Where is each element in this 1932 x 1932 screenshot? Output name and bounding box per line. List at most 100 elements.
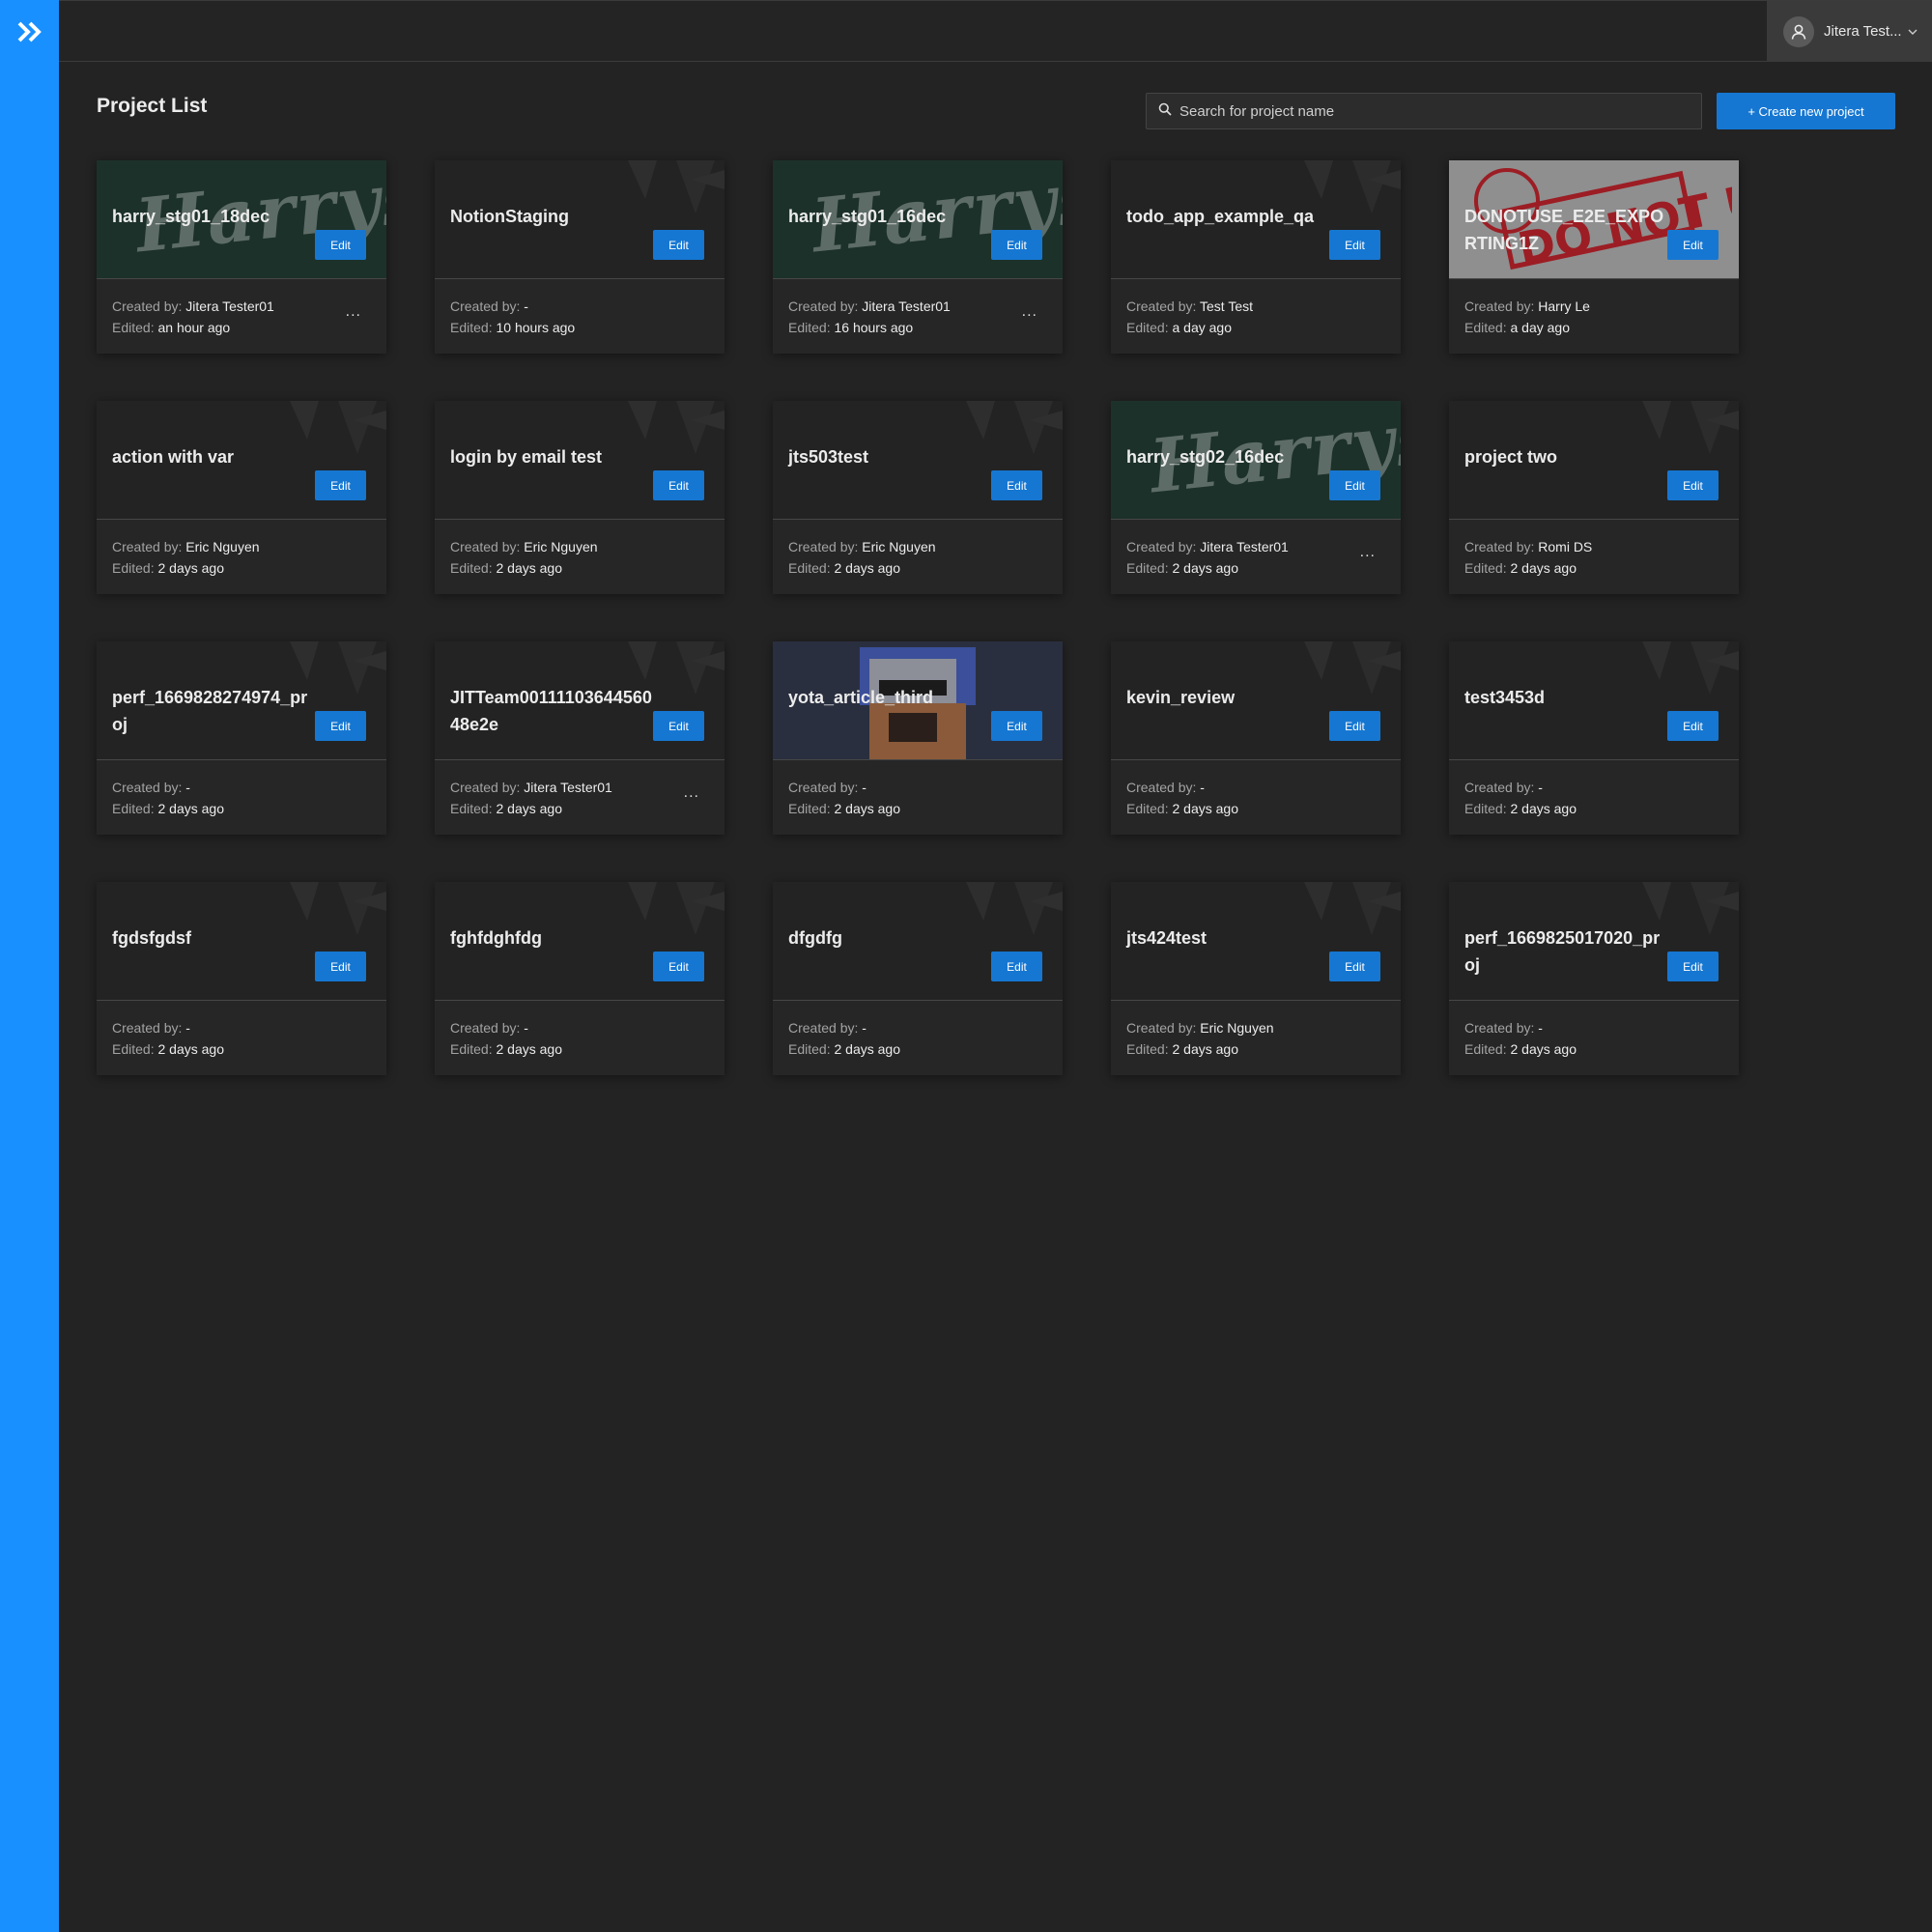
project-card[interactable]: project two Edit Created by: Romi DS Edited…	[1449, 401, 1739, 594]
project-card[interactable]: fgdsfgdsf Edit Created by: - Edited: 2 days…	[97, 882, 386, 1075]
created-by-value: -	[862, 780, 867, 795]
project-card[interactable]: Harrys harry_stg02_16dec Edit Created by: J…	[1111, 401, 1401, 594]
project-name: fghfdghfdg	[450, 928, 542, 948]
edit-button[interactable]: Edit	[991, 952, 1042, 981]
edit-button[interactable]: Edit	[1329, 230, 1380, 260]
created-by-value: -	[185, 1020, 190, 1036]
edit-button[interactable]: Edit	[653, 470, 704, 500]
project-meta: Created by: - Edited: 2 days ago	[1464, 1017, 1577, 1060]
page-title: Project List	[97, 95, 208, 117]
project-thumbnail: Harrys harry_stg01_16dec Edit	[773, 160, 1063, 279]
project-thumbnail: Harrys harry_stg02_16dec Edit	[1111, 401, 1401, 520]
created-by-label: Created by:	[1464, 539, 1535, 554]
edited-label: Edited:	[450, 560, 493, 576]
user-menu[interactable]: Jitera Test...	[1767, 1, 1932, 62]
more-options-icon[interactable]: ...	[1022, 303, 1037, 321]
project-card[interactable]: kevin_review Edit Created by: - Edited: 2 d…	[1111, 641, 1401, 835]
edited-value: a day ago	[1172, 320, 1232, 335]
project-thumbnail: jts424test Edit	[1111, 882, 1401, 1001]
project-meta: Created by: - Edited: 10 hours ago	[450, 296, 575, 338]
edited-label: Edited:	[1126, 320, 1169, 335]
edited-label: Edited:	[450, 320, 493, 335]
edit-button[interactable]: Edit	[1329, 711, 1380, 741]
double-chevron-right-icon[interactable]	[16, 18, 43, 45]
project-card[interactable]: perf_1669828274974_proj Edit Created by: -…	[97, 641, 386, 835]
edit-button[interactable]: Edit	[315, 952, 366, 981]
project-thumbnail: kevin_review Edit	[1111, 641, 1401, 760]
project-card[interactable]: Harrys harry_stg01_18dec Edit Created by: J…	[97, 160, 386, 354]
sidebar	[0, 0, 59, 1932]
created-by-label: Created by:	[1126, 298, 1197, 314]
project-thumbnail: dfgdfg Edit	[773, 882, 1063, 1001]
edit-button[interactable]: Edit	[1667, 470, 1719, 500]
created-by-label: Created by:	[450, 298, 521, 314]
project-card[interactable]: todo_app_example_qa Edit Created by: Test …	[1111, 160, 1401, 354]
edited-label: Edited:	[450, 801, 493, 816]
edit-button[interactable]: Edit	[1667, 230, 1719, 260]
edited-label: Edited:	[788, 320, 831, 335]
create-project-button[interactable]: + Create new project	[1717, 93, 1895, 129]
project-card[interactable]: dfgdfg Edit Created by: - Edited: 2 days ag…	[773, 882, 1063, 1075]
project-card[interactable]: JITTeam0011110364456048e2e Edit Created by…	[435, 641, 724, 835]
project-thumbnail: perf_1669825017020_proj Edit	[1449, 882, 1739, 1001]
project-meta: Created by: Eric Nguyen Edited: 2 days ag…	[788, 536, 936, 579]
edited-label: Edited:	[1126, 801, 1169, 816]
edited-label: Edited:	[788, 801, 831, 816]
edited-value: 2 days ago	[1172, 1041, 1238, 1057]
more-options-icon[interactable]: ...	[1360, 544, 1376, 561]
edit-button[interactable]: Edit	[315, 230, 366, 260]
project-name: project two	[1464, 447, 1558, 467]
edit-button[interactable]: Edit	[991, 711, 1042, 741]
project-card[interactable]: login by email test Edit Created by: Eric …	[435, 401, 724, 594]
created-by-label: Created by:	[788, 1020, 859, 1036]
edited-value: 2 days ago	[1510, 560, 1577, 576]
edit-button[interactable]: Edit	[315, 470, 366, 500]
project-thumbnail: NotionStaging Edit	[435, 160, 724, 279]
edited-value: 16 hours ago	[834, 320, 914, 335]
created-by-label: Created by:	[788, 298, 859, 314]
project-name: harry_stg01_16dec	[788, 207, 947, 226]
created-by-label: Created by:	[1464, 1020, 1535, 1036]
created-by-label: Created by:	[112, 1020, 183, 1036]
project-card[interactable]: Harrys harry_stg01_16dec Edit Created by: J…	[773, 160, 1063, 354]
edited-value: 2 days ago	[834, 1041, 900, 1057]
edited-label: Edited:	[112, 1041, 155, 1057]
project-card[interactable]: fghfdghfdg Edit Created by: - Edited: 2 day…	[435, 882, 724, 1075]
created-by-value: Eric Nguyen	[862, 539, 936, 554]
more-options-icon[interactable]: ...	[346, 303, 361, 321]
project-card[interactable]: action with var Edit Created by: Eric Nguy…	[97, 401, 386, 594]
project-meta: Created by: - Edited: 2 days ago	[1126, 777, 1238, 819]
edit-button[interactable]: Edit	[1667, 711, 1719, 741]
edited-value: a day ago	[1510, 320, 1570, 335]
edited-value: 2 days ago	[496, 560, 562, 576]
edited-label: Edited:	[1126, 560, 1169, 576]
edit-button[interactable]: Edit	[991, 470, 1042, 500]
project-name: jts503test	[788, 447, 869, 467]
project-card[interactable]: yota_article_third Edit Created by: - Edite…	[773, 641, 1063, 835]
edit-button[interactable]: Edit	[315, 711, 366, 741]
edit-button[interactable]: Edit	[653, 711, 704, 741]
edit-button[interactable]: Edit	[653, 952, 704, 981]
created-by-value: Harry Le	[1538, 298, 1590, 314]
created-by-value: Jitera Tester01	[185, 298, 274, 314]
more-options-icon[interactable]: ...	[684, 784, 699, 802]
edit-button[interactable]: Edit	[653, 230, 704, 260]
project-card[interactable]: jts424test Edit Created by: Eric Nguyen Edi…	[1111, 882, 1401, 1075]
edit-button[interactable]: Edit	[991, 230, 1042, 260]
edit-button[interactable]: Edit	[1667, 952, 1719, 981]
project-meta: Created by: Eric Nguyen Edited: 2 days ag…	[450, 536, 598, 579]
search-input[interactable]	[1179, 102, 1682, 120]
project-card[interactable]: test3453d Edit Created by: - Edited: 2 days…	[1449, 641, 1739, 835]
edited-label: Edited:	[788, 1041, 831, 1057]
project-card[interactable]: jts503test Edit Created by: Eric Nguyen Edi…	[773, 401, 1063, 594]
project-thumbnail: yota_article_third Edit	[773, 641, 1063, 760]
project-thumbnail: perf_1669828274974_proj Edit	[97, 641, 386, 760]
project-card[interactable]: perf_1669825017020_proj Edit Created by: -…	[1449, 882, 1739, 1075]
project-card[interactable]: DO NOT USE DONOTUSE_E2E_EXPORTING1Z Edit Cr…	[1449, 160, 1739, 354]
edit-button[interactable]: Edit	[1329, 952, 1380, 981]
created-by-label: Created by:	[450, 539, 521, 554]
project-card[interactable]: NotionStaging Edit Created by: - Edited: 10…	[435, 160, 724, 354]
project-meta: Created by: Jitera Tester01 Edited: 16 ho…	[788, 296, 951, 338]
project-name: fgdsfgdsf	[112, 928, 191, 948]
edit-button[interactable]: Edit	[1329, 470, 1380, 500]
